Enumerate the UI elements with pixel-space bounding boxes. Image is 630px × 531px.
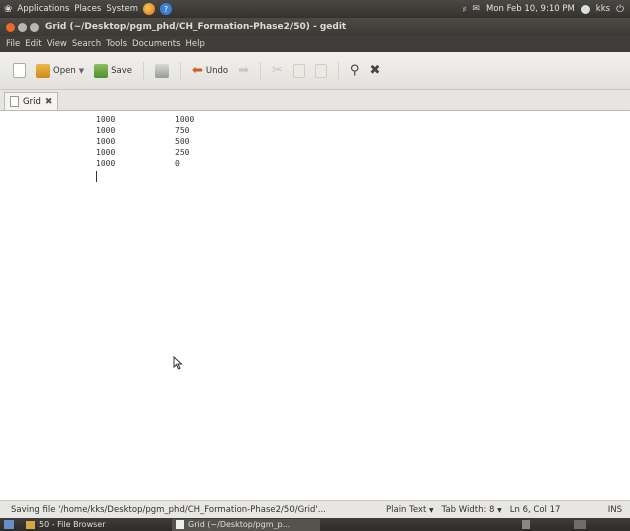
undo-button[interactable]: ⬅ Undo xyxy=(189,62,231,79)
undo-icon: ⬅ xyxy=(191,63,203,78)
editor-cell: 0 xyxy=(175,159,180,168)
save-label: Save xyxy=(111,65,132,76)
menu-file[interactable]: File xyxy=(6,39,20,49)
window-title: Grid (~/Desktop/pgm_phd/CH_Formation-Pha… xyxy=(45,22,347,32)
find-replace-button[interactable]: ✖ xyxy=(366,61,383,80)
toolbar: Open ▼ Save ⬅ Undo ➡ ✂ ⚲ ✖ xyxy=(0,52,630,90)
toolbar-separator xyxy=(260,61,261,80)
chevron-down-icon: ▼ xyxy=(429,507,434,514)
cursor-position: Ln 6, Col 17 xyxy=(509,505,561,515)
copy-icon xyxy=(292,63,305,78)
editor-cell: 1000 xyxy=(175,115,195,124)
trash-icon[interactable] xyxy=(522,520,530,529)
clock[interactable]: Mon Feb 10, 9:10 PM xyxy=(486,4,575,14)
tab-bar: Grid ✖ xyxy=(0,90,630,111)
language-label: Plain Text xyxy=(386,505,427,515)
print-icon xyxy=(154,63,169,78)
system-tray: ♯ ✉ Mon Feb 10, 9:10 PM kks ⏻ xyxy=(463,4,630,15)
save-button[interactable]: Save xyxy=(91,62,135,80)
user-icon xyxy=(580,4,590,14)
workspace-switcher[interactable] xyxy=(574,520,586,529)
menu-edit[interactable]: Edit xyxy=(25,39,41,49)
applications-menu[interactable]: Applications xyxy=(17,4,69,14)
task-label: 50 - File Browser xyxy=(39,520,106,529)
mail-icon[interactable]: ✉ xyxy=(472,4,480,14)
tab-width-label: Tab Width: 8 xyxy=(441,505,495,515)
editor-cell: 1000 xyxy=(96,148,116,157)
open-folder-icon xyxy=(36,63,50,78)
menu-documents[interactable]: Documents xyxy=(132,39,180,49)
menu-view[interactable]: View xyxy=(47,39,67,49)
chevron-down-icon: ▼ xyxy=(497,507,502,514)
find-button[interactable]: ⚲ xyxy=(347,61,363,80)
paste-icon xyxy=(314,63,327,78)
gnome-foot-icon: ❀ xyxy=(4,3,13,15)
editor-cell: 1000 xyxy=(96,115,116,124)
task-label: Grid (~/Desktop/pgm_p... xyxy=(188,520,291,529)
editor-cell: 250 xyxy=(175,148,190,157)
text-editor[interactable]: 1000 1000 1000 750 1000 500 1000 250 100… xyxy=(0,111,630,499)
editor-cell: 1000 xyxy=(96,137,116,146)
folder-icon xyxy=(26,520,35,529)
firefox-icon[interactable] xyxy=(143,3,156,15)
user-name[interactable]: kks xyxy=(596,4,610,14)
maximize-window-button[interactable] xyxy=(30,22,39,32)
toolbar-separator xyxy=(179,61,181,80)
save-icon xyxy=(94,63,109,78)
cut-icon: ✂ xyxy=(272,63,283,78)
top-panel: ❀ Applications Places System ? ♯ ✉ Mon F… xyxy=(0,0,630,18)
paste-button[interactable] xyxy=(312,62,330,80)
places-menu[interactable]: Places xyxy=(74,4,101,14)
cut-button[interactable]: ✂ xyxy=(269,61,286,80)
copy-button[interactable] xyxy=(290,62,308,80)
document-icon xyxy=(10,96,19,107)
print-button[interactable] xyxy=(152,62,172,80)
search-icon: ⚲ xyxy=(349,63,360,78)
editor-cell: 750 xyxy=(175,126,190,135)
tab-grid[interactable]: Grid ✖ xyxy=(4,92,59,110)
mouse-pointer-icon xyxy=(173,356,183,370)
open-label: Open xyxy=(53,65,76,76)
help-icon[interactable]: ? xyxy=(160,3,173,15)
menu-bar: File Edit View Search Tools Documents He… xyxy=(0,36,630,52)
minimize-window-button[interactable] xyxy=(18,22,27,32)
open-dropdown-icon[interactable]: ▼ xyxy=(79,67,84,75)
editor-cell: 500 xyxy=(175,137,190,146)
editor-cell: 1000 xyxy=(96,159,116,168)
show-desktop-icon[interactable] xyxy=(4,520,14,529)
insert-mode: INS xyxy=(607,505,622,515)
system-menu[interactable]: System xyxy=(106,4,138,14)
tab-label: Grid xyxy=(23,96,41,107)
status-message: Saving file '/home/kks/Desktop/pgm_phd/C… xyxy=(11,505,326,515)
close-tab-icon[interactable]: ✖ xyxy=(45,97,53,107)
volume-icon[interactable]: ♯ xyxy=(463,5,467,14)
bottom-panel: 50 - File Browser Grid (~/Desktop/pgm_p.… xyxy=(0,518,630,531)
task-gedit[interactable]: Grid (~/Desktop/pgm_p... xyxy=(172,518,320,531)
redo-icon: ➡ xyxy=(238,63,249,78)
redo-button[interactable]: ➡ xyxy=(235,62,252,79)
new-document-icon xyxy=(13,63,26,78)
status-bar: Saving file '/home/kks/Desktop/pgm_phd/C… xyxy=(0,500,630,519)
menu-help[interactable]: Help xyxy=(186,39,205,49)
task-file-browser[interactable]: 50 - File Browser xyxy=(22,519,160,531)
undo-label: Undo xyxy=(205,65,229,76)
toolbar-separator xyxy=(337,61,339,80)
toolbar-separator xyxy=(142,61,144,80)
new-button[interactable] xyxy=(10,61,29,80)
open-button[interactable]: Open ▼ xyxy=(33,62,87,80)
find-replace-icon: ✖ xyxy=(369,63,381,78)
text-cursor xyxy=(96,171,97,182)
power-icon[interactable]: ⏻ xyxy=(616,4,624,15)
tab-width-selector[interactable]: Tab Width: 8 ▼ xyxy=(442,505,502,515)
top-panel-menus: ❀ Applications Places System ? xyxy=(0,3,173,15)
editor-cell: 1000 xyxy=(96,126,116,135)
menu-search[interactable]: Search xyxy=(72,39,101,49)
menu-tools[interactable]: Tools xyxy=(106,39,127,49)
window-title-bar[interactable]: Grid (~/Desktop/pgm_phd/CH_Formation-Pha… xyxy=(0,18,630,36)
close-window-button[interactable] xyxy=(6,22,15,32)
language-selector[interactable]: Plain Text ▼ xyxy=(386,505,434,515)
gedit-icon xyxy=(176,520,184,529)
